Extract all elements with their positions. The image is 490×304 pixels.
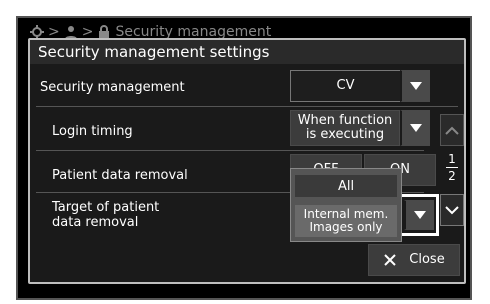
gear-icon — [30, 25, 44, 39]
row-divider — [36, 106, 458, 107]
person-icon — [64, 26, 77, 39]
page-total: 2 — [448, 169, 456, 183]
target-data-removal-label: Target of patient data removal — [52, 200, 160, 230]
security-settings-dialog: Security management settings Security ma… — [28, 38, 466, 284]
dialog-title: Security management settings — [30, 40, 464, 64]
login-timing-label: Login timing — [52, 124, 133, 139]
chevron-down-icon — [409, 124, 422, 132]
chevron-down-icon — [445, 206, 459, 215]
option-internal-mem-images-only[interactable]: Internal mem. Images only — [295, 205, 397, 237]
chevron-down-icon — [409, 82, 422, 90]
option-all[interactable]: All — [295, 175, 397, 197]
scroll-down-button[interactable] — [440, 194, 464, 226]
page-indicator: 1 2 — [440, 152, 464, 183]
scroll-up-button[interactable] — [440, 114, 464, 146]
close-icon — [384, 254, 396, 266]
login-timing-value[interactable]: When function is executing — [290, 110, 400, 146]
lock-icon — [99, 25, 110, 39]
target-options-popup: All Internal mem. Images only — [290, 168, 402, 242]
page-current: 1 — [448, 152, 456, 166]
close-button[interactable]: Close — [368, 244, 460, 276]
row-divider — [36, 150, 424, 151]
security-management-label: Security management — [40, 80, 185, 95]
security-management-value[interactable]: CV — [290, 70, 400, 102]
page-divider — [446, 167, 458, 168]
security-management-dropdown[interactable] — [400, 70, 430, 102]
dropdown-highlight-frame — [399, 194, 439, 236]
patient-data-removal-label: Patient data removal — [52, 168, 188, 183]
close-label: Close — [409, 252, 445, 267]
chevron-up-icon — [445, 126, 459, 135]
login-timing-dropdown[interactable] — [400, 110, 430, 146]
